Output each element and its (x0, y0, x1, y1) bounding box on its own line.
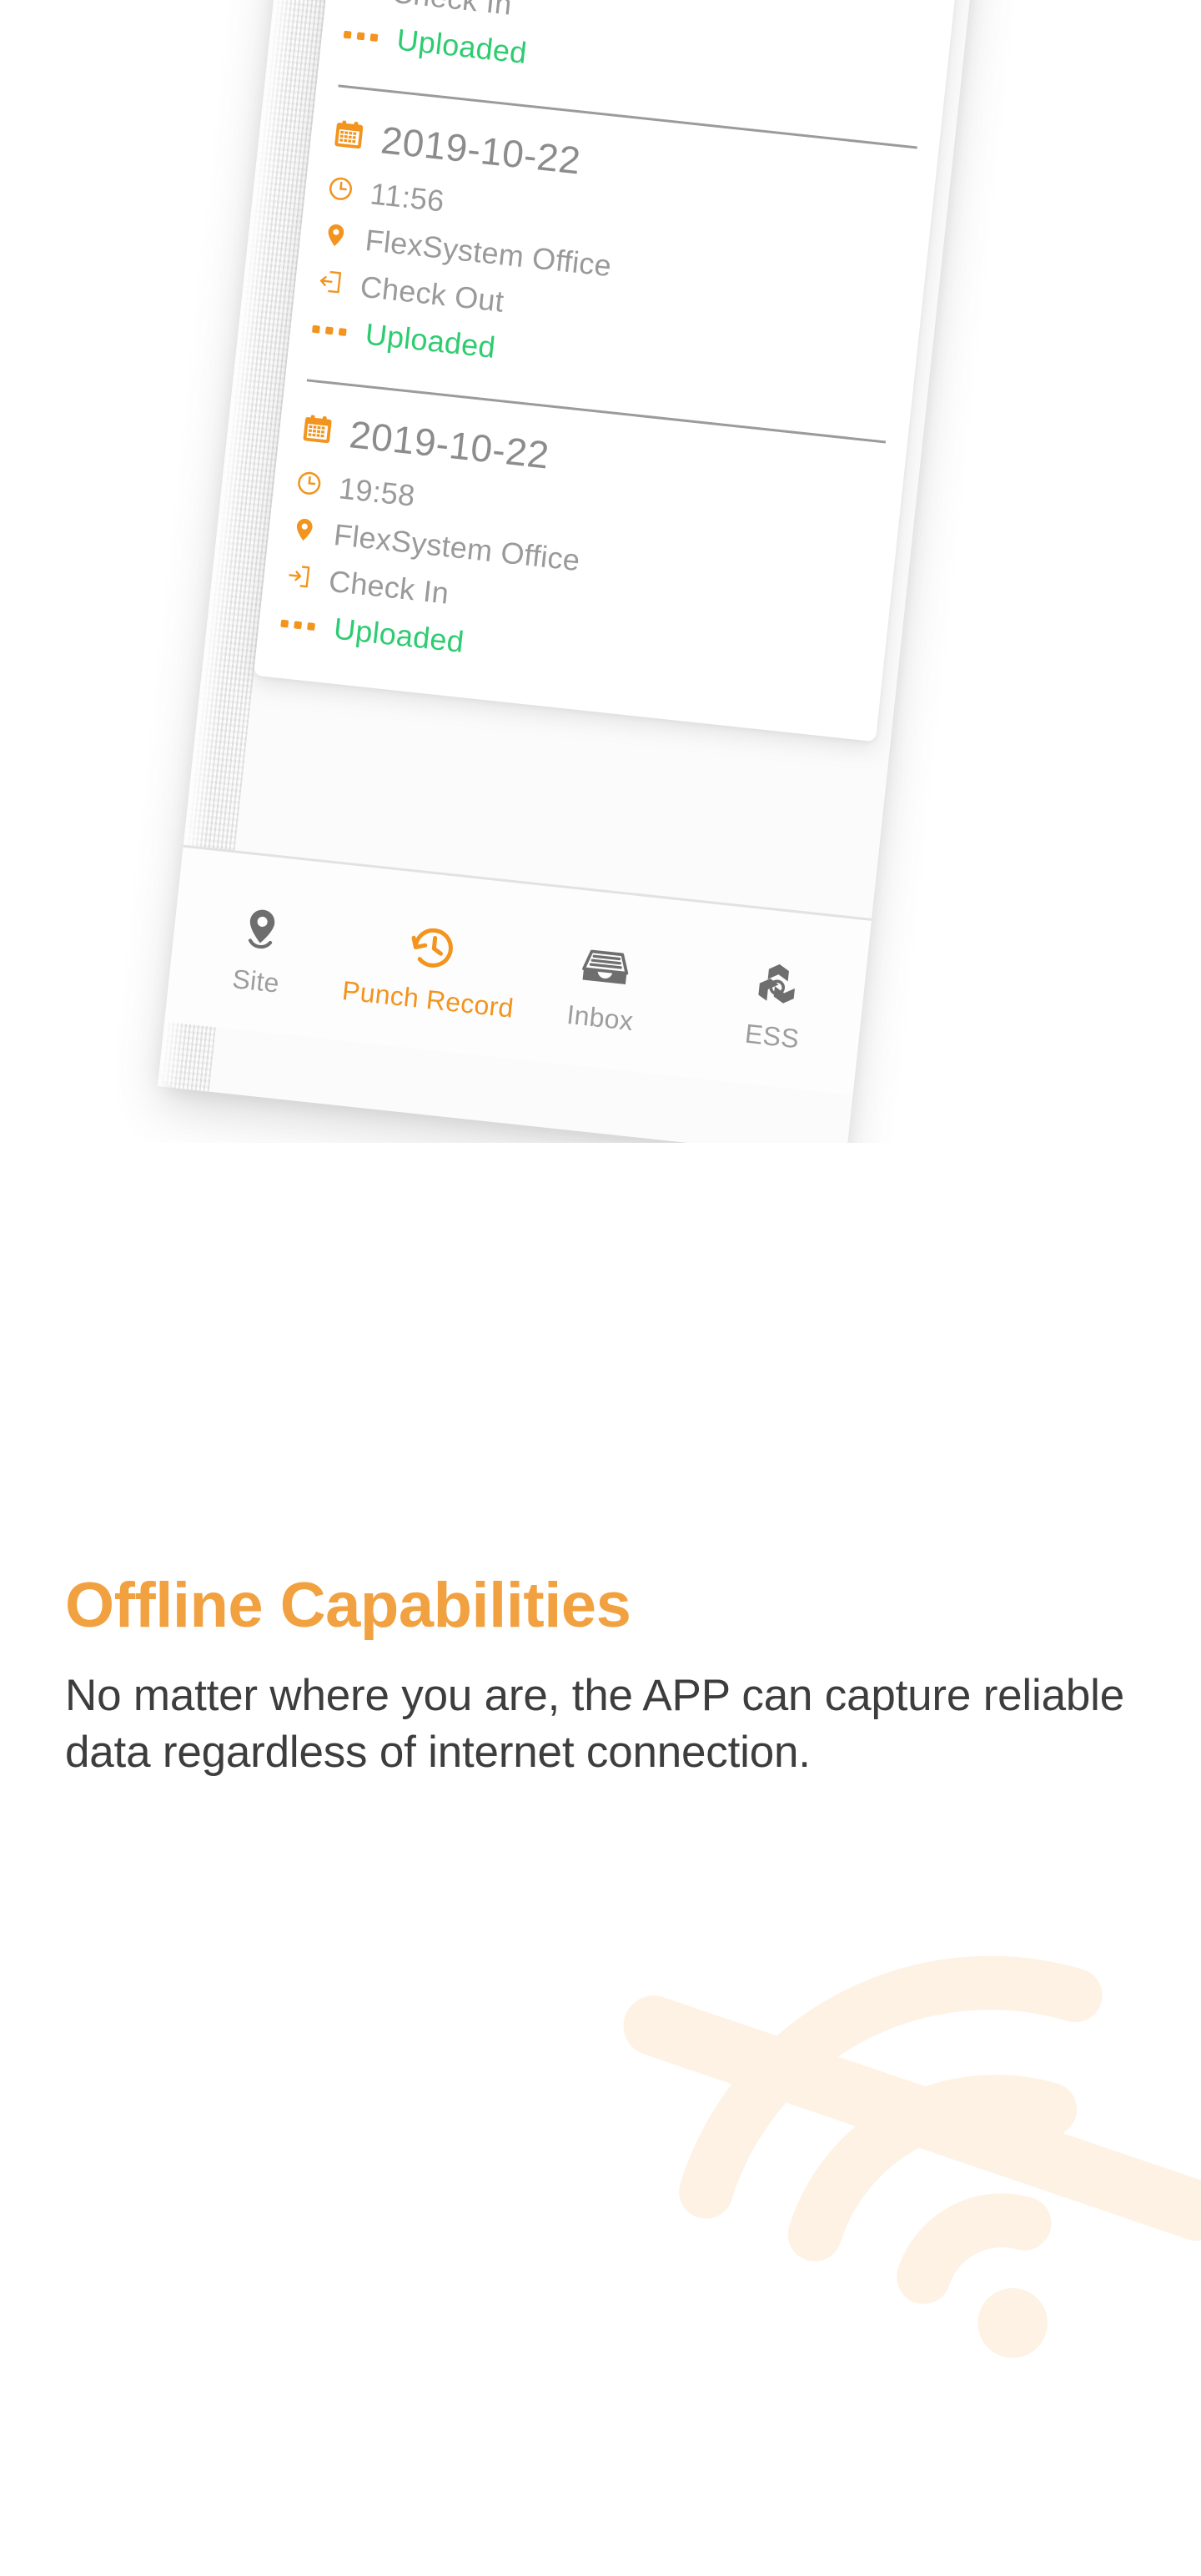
punch-record-row[interactable]: 2019-10-22 11:56 FlexSystem Office Check… (307, 84, 917, 441)
ellipsis-icon (343, 30, 381, 42)
phone-mockup-stage: Start Date 2019-10-22 End Date 2019-10-2… (0, 0, 1201, 1143)
record-status: Uploaded (364, 316, 498, 365)
punch-record-list: 2019-10-22 09:54 (254, 0, 970, 737)
clock-icon (325, 174, 355, 207)
record-date: 2019-10-22 (347, 412, 552, 477)
record-date: 2019-10-22 (379, 118, 583, 183)
tab-punch-record[interactable]: Punch Record (340, 900, 524, 1024)
map-pin-icon (320, 220, 350, 254)
punch-record-row[interactable]: 2019-10-22 19:58 FlexSystem Office Check… (275, 379, 887, 736)
marketing-copy: Offline Capabilities No matter where you… (65, 1572, 1141, 1780)
record-action: Check In (327, 563, 451, 611)
record-time: 19:58 (337, 470, 417, 513)
tab-ess-label: ESS (743, 1018, 801, 1054)
page-title: Offline Capabilities (65, 1570, 631, 1641)
ellipsis-icon (280, 619, 318, 631)
tab-punch-record-label: Punch Record (340, 974, 515, 1024)
check-in-icon (284, 561, 314, 595)
wifi-off-icon (489, 1715, 1201, 2573)
tab-inbox[interactable]: Inbox (512, 918, 696, 1042)
page-description: No matter where you are, the APP can cap… (65, 1670, 1124, 1777)
phone-frame: Start Date 2019-10-22 End Date 2019-10-2… (157, 0, 995, 1143)
ess-hexagon-icon (689, 937, 867, 1019)
record-action: Check Out (359, 269, 506, 319)
ellipsis-icon (312, 325, 349, 336)
check-in-icon (347, 0, 377, 6)
punch-record-card: Start Date 2019-10-22 End Date 2019-10-2… (253, 0, 992, 742)
clock-icon (294, 468, 324, 501)
tab-site-label: Site (230, 963, 281, 999)
map-pin-icon (289, 515, 319, 548)
tab-inbox-label: Inbox (565, 999, 636, 1036)
calendar-icon (299, 411, 334, 450)
record-status: Uploaded (394, 22, 529, 71)
map-pin-icon (173, 882, 351, 963)
record-time: 11:56 (368, 176, 446, 219)
calendar-icon (331, 117, 366, 156)
tab-site[interactable]: Site (168, 882, 352, 1005)
record-action: Check In (390, 0, 514, 23)
clock-history-icon (344, 900, 523, 982)
tab-ess[interactable]: ESS (685, 937, 868, 1060)
check-out-icon (316, 267, 346, 300)
record-status: Uploaded (332, 611, 466, 659)
inbox-tray-icon (517, 918, 696, 1000)
